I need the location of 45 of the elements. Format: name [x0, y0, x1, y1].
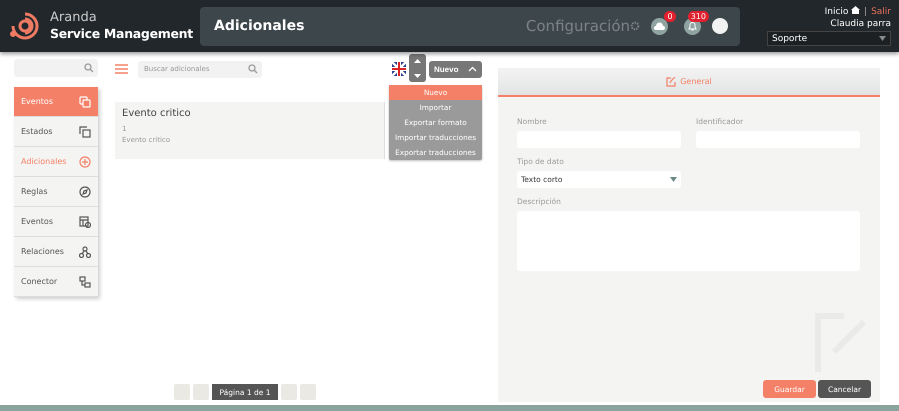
next-page-button[interactable]	[280, 384, 297, 400]
windows-icon	[79, 96, 91, 108]
page-title: Adicionales	[214, 18, 304, 34]
network-icon	[79, 246, 91, 258]
previous-page-button[interactable]	[193, 384, 210, 400]
copy-icon	[79, 126, 91, 138]
sidebar-item[interactable]: Relaciones	[14, 237, 98, 267]
module-title: Configuración	[526, 17, 630, 35]
sidebar-item[interactable]: Estados	[14, 117, 98, 147]
caret-icon	[468, 66, 477, 72]
cloud-icon	[654, 22, 665, 30]
edit-icon	[666, 76, 676, 86]
sidebar-item[interactable]: Reglas	[14, 177, 98, 207]
devices-icon	[79, 276, 91, 288]
sidebar-item[interactable]: Conector	[14, 267, 98, 297]
sort-toggle[interactable]	[409, 54, 426, 82]
notification-badge: 310	[688, 10, 709, 22]
gear-icon	[630, 21, 640, 31]
card-title: Evento critico	[122, 108, 192, 119]
caret-icon	[879, 36, 886, 41]
search-field[interactable]	[14, 59, 98, 77]
bell-icon	[688, 21, 697, 31]
compass-icon	[79, 186, 91, 198]
new-button[interactable]: Nuevo	[429, 60, 482, 78]
first-page-button[interactable]	[174, 384, 190, 400]
avatar[interactable]	[712, 18, 728, 34]
logout-link[interactable]: Salir	[871, 7, 891, 17]
search-icon	[248, 64, 258, 74]
sidebar-item[interactable]: Eventos	[14, 207, 98, 237]
menu-icon[interactable]	[115, 64, 128, 74]
search-icon	[84, 63, 94, 73]
profile-select[interactable]: Soporte	[767, 31, 891, 46]
logo-text: Service Management	[50, 25, 193, 42]
plus-circle-icon	[79, 156, 91, 168]
last-page-button[interactable]	[300, 384, 316, 400]
home-link[interactable]: Inicio	[824, 7, 848, 17]
cloud-button[interactable]	[651, 18, 668, 34]
caret-icon	[670, 177, 677, 182]
user-name: Claudia parra	[830, 19, 891, 29]
logo-text: Aranda	[50, 10, 98, 25]
home-icon	[851, 6, 860, 14]
sidebar-item[interactable]: Eventos	[14, 87, 98, 117]
notification-badge: 0	[664, 10, 676, 22]
calendar-clock-icon	[79, 216, 91, 228]
flag-icon[interactable]	[392, 62, 406, 76]
